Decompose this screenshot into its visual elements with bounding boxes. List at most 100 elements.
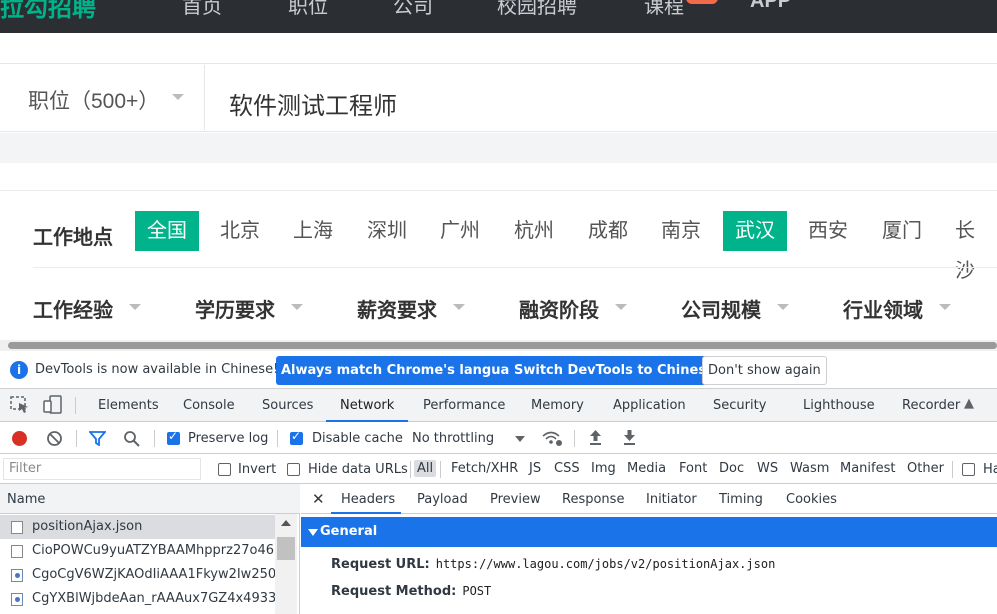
chevron-down-icon[interactable] (172, 94, 184, 100)
devtools-panel: i DevTools is now available in Chinese! … (0, 351, 997, 614)
disable-cache-checkbox[interactable] (290, 429, 303, 445)
tab-recorder[interactable]: Recorder (902, 398, 960, 413)
filter-type-other[interactable]: Other (907, 461, 944, 476)
filter-type-font[interactable]: Font (679, 461, 707, 476)
filter-type-all[interactable]: All (414, 460, 437, 477)
city-option[interactable]: 长沙 (943, 211, 997, 282)
tab-preview[interactable]: Preview (490, 492, 541, 507)
city-option[interactable]: 广州 (428, 211, 492, 251)
tab-network[interactable]: Network (340, 398, 394, 413)
dropdown-experience[interactable]: 工作经验 (33, 294, 113, 323)
request-list-header[interactable]: Name (0, 484, 300, 514)
invert-checkbox[interactable] (218, 463, 231, 476)
nav-app[interactable]: APP (750, 0, 791, 13)
filter-type-wasm[interactable]: Wasm (790, 461, 829, 476)
filter-type-doc[interactable]: Doc (719, 461, 744, 476)
request-row[interactable]: CioPOWCu9yuATZYBAAMhpprz27o46 (0, 539, 275, 563)
tab-performance[interactable]: Performance (423, 398, 505, 413)
close-icon[interactable]: ✕ (312, 490, 325, 508)
dont-show-again-button[interactable]: Don't show again (702, 356, 827, 385)
filter-type-manifest[interactable]: Manifest (840, 461, 895, 476)
tab-initiator[interactable]: Initiator (646, 492, 697, 507)
filter-type-css[interactable]: CSS (554, 461, 580, 476)
name-column-header[interactable]: Name (7, 492, 45, 507)
city-option[interactable]: 北京 (208, 211, 272, 251)
filter-input[interactable]: Filter (3, 458, 201, 480)
general-section-header[interactable]: General (301, 517, 997, 547)
record-icon[interactable] (12, 431, 27, 446)
page-horizontal-scrollbar[interactable] (0, 340, 997, 351)
nav-campus[interactable]: 校园招聘 (497, 0, 577, 19)
dropdown-salary[interactable]: 薪资要求 (357, 294, 437, 323)
inspect-element-icon[interactable] (10, 396, 30, 418)
city-option[interactable]: 厦门 (870, 211, 934, 251)
request-row[interactable]: positionAjax.json (0, 515, 275, 539)
dropdown-industry[interactable]: 行业领域 (843, 294, 923, 323)
clear-icon[interactable] (46, 430, 63, 451)
search-bar: 职位（500+） 软件测试工程师 (0, 63, 997, 132)
network-conditions-icon[interactable] (541, 429, 563, 451)
switch-to-chinese-button[interactable]: Switch DevTools to Chinese (509, 356, 720, 385)
request-row[interactable]: CgoCgV6WZjKAOdIiAAA1Fkyw2Iw250 (0, 563, 275, 587)
search-type-select[interactable]: 职位（500+） (28, 85, 159, 115)
dropdown-company-size[interactable]: 公司规模 (681, 294, 761, 323)
tab-lighthouse[interactable]: Lighthouse (803, 398, 875, 413)
nav-courses[interactable]: 课程 (644, 0, 684, 19)
tab-application[interactable]: Application (613, 398, 686, 413)
device-toolbar-icon[interactable] (43, 395, 63, 419)
filter-icon[interactable] (88, 431, 107, 450)
dropdown-education[interactable]: 学历要求 (195, 294, 275, 323)
city-option[interactable]: 成都 (576, 211, 640, 251)
tab-elements[interactable]: Elements (98, 398, 159, 413)
tab-response[interactable]: Response (562, 492, 624, 507)
export-har-icon[interactable] (622, 429, 637, 450)
filter-type-ws[interactable]: WS (757, 461, 778, 476)
chevron-down-icon[interactable] (777, 304, 789, 310)
search-input[interactable]: 软件测试工程师 (229, 86, 397, 121)
tab-timing[interactable]: Timing (719, 492, 763, 507)
filter-type-img[interactable]: Img (591, 461, 616, 476)
city-option[interactable]: 西安 (796, 211, 860, 251)
chevron-down-icon[interactable] (515, 436, 525, 442)
throttling-select[interactable]: No throttling (412, 431, 494, 446)
city-option-all[interactable]: 全国 (135, 211, 199, 251)
site-logo[interactable]: 拉勾招聘 (0, 0, 96, 23)
scroll-up-arrow-icon[interactable] (281, 520, 291, 526)
import-har-icon[interactable] (588, 429, 603, 450)
tab-payload[interactable]: Payload (417, 492, 468, 507)
nav-companies[interactable]: 公司 (393, 0, 433, 19)
filter-type-media[interactable]: Media (627, 461, 666, 476)
city-option-wuhan[interactable]: 武汉 (723, 211, 787, 251)
always-match-language-button[interactable]: Always match Chrome's language (276, 356, 533, 385)
nav-home[interactable]: 首页 (182, 0, 222, 19)
tab-memory[interactable]: Memory (531, 398, 584, 413)
tab-security[interactable]: Security (713, 398, 766, 413)
tab-sources[interactable]: Sources (262, 398, 313, 413)
city-option[interactable]: 深圳 (355, 211, 419, 251)
filter-type-fetch[interactable]: Fetch/XHR (451, 461, 518, 476)
city-option[interactable]: 上海 (281, 211, 345, 251)
city-option[interactable]: 南京 (649, 211, 713, 251)
scrollbar-thumb[interactable] (277, 537, 295, 560)
tab-cookies[interactable]: Cookies (786, 492, 837, 507)
request-row[interactable]: CgYXBlWjbdeAan_rAAAux7GZ4x4933. (0, 587, 275, 611)
search-icon[interactable] (123, 430, 140, 451)
expand-triangle-icon[interactable] (308, 529, 318, 536)
chevron-down-icon[interactable] (291, 304, 303, 310)
tab-console[interactable]: Console (183, 398, 235, 413)
chevron-down-icon[interactable] (453, 304, 465, 310)
filter-type-js[interactable]: JS (529, 461, 541, 476)
has-blocked-cookies-checkbox[interactable] (962, 463, 975, 476)
tab-headers[interactable]: Headers (341, 492, 395, 507)
hide-data-urls-checkbox[interactable] (287, 463, 300, 476)
info-icon: i (10, 361, 28, 379)
scrollbar-thumb[interactable] (8, 342, 997, 349)
nav-jobs[interactable]: 职位 (288, 0, 328, 19)
request-list-scrollbar[interactable] (275, 514, 297, 614)
chevron-down-icon[interactable] (129, 304, 141, 310)
dropdown-funding[interactable]: 融资阶段 (519, 294, 599, 323)
preserve-log-checkbox[interactable] (167, 429, 180, 445)
city-option[interactable]: 杭州 (502, 211, 566, 251)
chevron-down-icon[interactable] (615, 304, 627, 310)
chevron-down-icon[interactable] (939, 304, 951, 310)
